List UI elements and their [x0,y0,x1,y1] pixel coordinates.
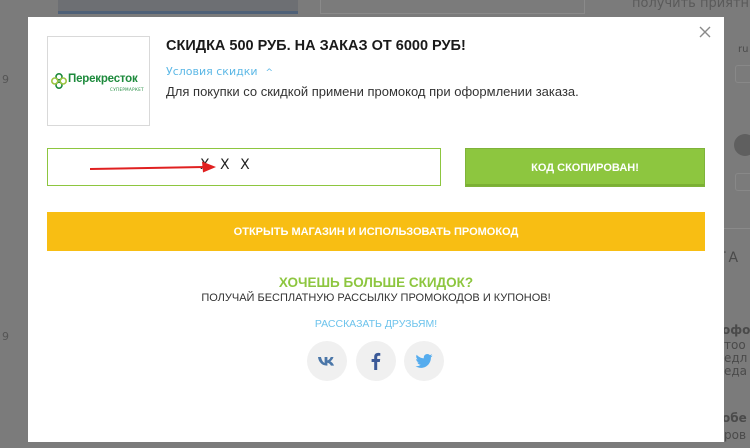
background-header-bar [58,0,298,14]
red-arrow-annotation [90,161,216,173]
newsletter-subtitle: ПОЛУЧАЙ БЕСПЛАТНУЮ РАССЫЛКУ ПРОМОКОДОВ И… [201,292,551,304]
twitter-icon [415,354,433,368]
twitter-share-button[interactable] [404,341,444,381]
open-shop-button[interactable]: ОТКРЫТЬ МАГАЗИН И ИСПОЛЬЗОВАТЬ ПРОМОКОД [47,212,705,251]
close-icon-glyph [699,26,711,38]
copy-code-button[interactable]: КОД СКОПИРОВАН! [465,148,705,187]
clover-logo-icon [51,73,67,89]
promo-code-modal: Перекресток СУПЕРМАРКЕТ СКИДКА 500 РУБ. … [28,17,724,442]
offer-title: СКИДКА 500 РУБ. НА ЗАКАЗ ОТ 6000 РУБ! [166,38,466,54]
background-text: едл [724,351,748,365]
background-left-number: 9 [2,73,9,86]
background-text: ru [738,44,749,55]
background-text: офо [722,323,750,337]
newsletter-title: ХОЧЕШЬ БОЛЬШЕ СКИДОК? [278,275,474,290]
store-logo-box[interactable]: Перекресток СУПЕРМАРКЕТ [47,36,150,126]
background-text: тоо [724,338,746,352]
store-brand-subtitle: СУПЕРМАРКЕТ [110,87,144,92]
share-link[interactable]: РАССКАЗАТЬ ДРУЗЬЯМ! [28,318,724,330]
vk-icon [318,357,334,366]
facebook-icon [371,352,381,370]
background-text: обе [722,411,747,425]
conditions-link-label: Условия скидки [166,65,258,78]
background-header-box [320,0,585,14]
close-icon[interactable] [696,25,714,43]
offer-description: Для покупки со скидкой примени промокод … [166,84,579,99]
conditions-link[interactable]: Условия скидки ^ [166,65,273,78]
background-text: еда [724,364,748,378]
background-text: ров [724,428,747,442]
facebook-share-button[interactable] [356,341,396,381]
store-logo: Перекресток СУПЕРМАРКЕТ [51,72,148,92]
vk-share-button[interactable] [307,341,347,381]
store-brand-name: Перекресток [68,73,138,85]
chevron-up-icon: ^ [265,68,274,78]
background-left-number: 9 [2,330,9,343]
